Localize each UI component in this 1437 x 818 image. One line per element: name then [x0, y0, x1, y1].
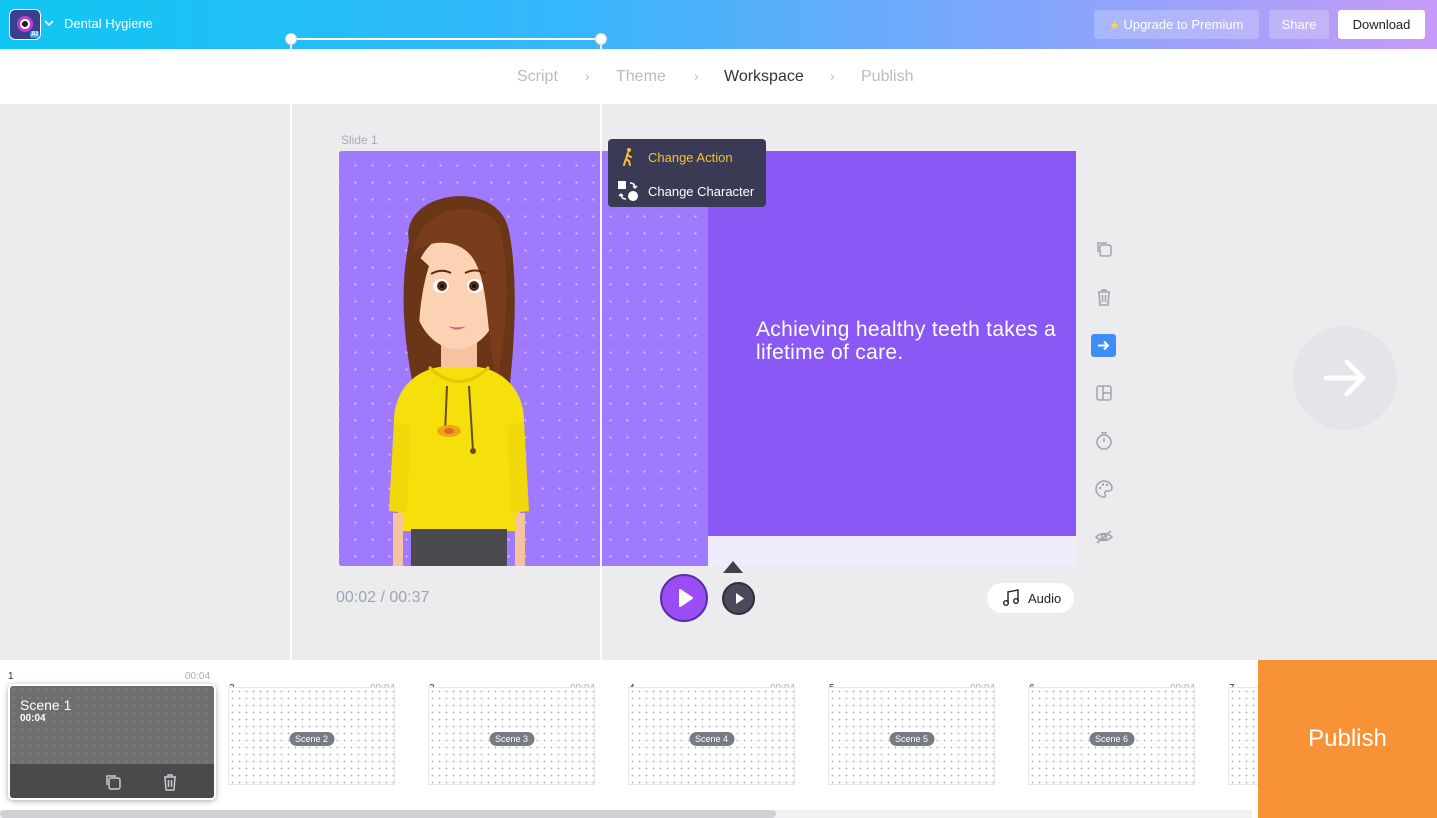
- change-action-label: Change Action: [648, 150, 733, 165]
- play-button[interactable]: [660, 574, 708, 622]
- guide-line-right[interactable]: [600, 39, 602, 660]
- scene-label: Scene 3: [488, 732, 535, 746]
- top-bar: AI Dental Hygiene ★ Upgrade to Premium Sh…: [0, 0, 1437, 49]
- download-button[interactable]: Download: [1338, 10, 1425, 39]
- slide-text[interactable]: Achieving healthy teeth takes a lifetime…: [756, 318, 1056, 364]
- change-action-item[interactable]: Change Action: [608, 141, 766, 171]
- upgrade-label: Upgrade to Premium: [1123, 17, 1244, 32]
- duplicate-icon[interactable]: [1094, 239, 1114, 259]
- swap-character-icon: [618, 181, 638, 201]
- guide-line-top[interactable]: [291, 38, 601, 40]
- upgrade-button[interactable]: ★ Upgrade to Premium: [1094, 10, 1259, 39]
- transition-arrow-icon: [1098, 340, 1110, 351]
- scene-label: Scene 5: [888, 732, 935, 746]
- chevron-right-icon: ›: [694, 68, 699, 84]
- change-character-label: Change Character: [648, 184, 755, 199]
- palette-icon[interactable]: [1094, 479, 1114, 499]
- caret-up-icon: [723, 561, 743, 573]
- chevron-right-icon: ›: [585, 68, 590, 84]
- play-icon: [679, 589, 693, 607]
- scene-card[interactable]: Scene 4: [628, 687, 795, 785]
- character-illustration[interactable]: [369, 181, 559, 566]
- step-publish[interactable]: Publish: [861, 68, 913, 86]
- guide-line-left[interactable]: [290, 39, 292, 660]
- play-icon: [736, 593, 744, 604]
- scene-number: 1: [8, 671, 14, 682]
- app-logo[interactable]: AI: [9, 9, 41, 40]
- scene-label: Scene 6: [1088, 732, 1135, 746]
- canvas-bottom-strip: [708, 536, 1076, 566]
- scene-card[interactable]: Scene 2: [228, 687, 395, 785]
- next-slide-button[interactable]: [1293, 326, 1397, 430]
- active-scene-card[interactable]: Scene 1 00:04: [8, 684, 216, 800]
- trash-icon[interactable]: [1094, 287, 1114, 307]
- scene-card[interactable]: Scene 3: [428, 687, 595, 785]
- scene-card[interactable]: Scene 6: [1028, 687, 1195, 785]
- scene-card[interactable]: [1228, 687, 1258, 785]
- audio-label: Audio: [1028, 591, 1062, 606]
- step-theme[interactable]: Theme: [616, 68, 666, 86]
- walking-person-icon: [623, 148, 632, 166]
- scene-label: Scene 4: [688, 732, 735, 746]
- logo-eye-icon: [17, 16, 33, 32]
- scene-label: Scene 2: [288, 732, 335, 746]
- timecode: 00:02 / 00:37: [336, 589, 430, 606]
- logo-badge: AI: [30, 31, 39, 38]
- duplicate-icon[interactable]: [103, 772, 123, 792]
- active-scene-duration: 00:04: [20, 713, 46, 724]
- star-icon: ★: [1109, 20, 1120, 32]
- play-scene-button[interactable]: [722, 582, 755, 615]
- character-context-menu: Change Action Change Character: [608, 139, 766, 207]
- steps-nav: Script › Theme › Workspace › Publish: [0, 49, 1437, 104]
- active-scene-title: Scene 1: [20, 697, 72, 713]
- chevron-down-icon[interactable]: [44, 18, 54, 28]
- hide-eye-icon[interactable]: [1094, 527, 1114, 547]
- change-character-item[interactable]: Change Character: [608, 175, 766, 205]
- resize-handle-right[interactable]: [595, 33, 607, 45]
- slide-canvas[interactable]: Achieving healthy teeth takes a lifetime…: [339, 151, 1076, 566]
- resize-handle-left[interactable]: [285, 33, 297, 45]
- transition-button[interactable]: [1091, 334, 1116, 357]
- slide-label: Slide 1: [341, 133, 378, 147]
- trash-icon[interactable]: [160, 772, 180, 792]
- document-title[interactable]: Dental Hygiene: [64, 16, 153, 31]
- step-script[interactable]: Script: [517, 68, 558, 86]
- scene-actions-bar: [10, 764, 214, 798]
- music-note-icon: [1003, 589, 1019, 606]
- chevron-right-icon: ›: [830, 68, 835, 84]
- timer-icon[interactable]: [1094, 431, 1114, 451]
- publish-button[interactable]: Publish: [1258, 660, 1437, 818]
- scene-card[interactable]: Scene 5: [828, 687, 995, 785]
- scene-duration: 00:04: [185, 671, 211, 682]
- arrow-right-icon: [1323, 359, 1366, 397]
- layout-icon[interactable]: [1094, 383, 1114, 403]
- timeline-scrollbar-thumb[interactable]: [0, 810, 776, 818]
- share-button[interactable]: Share: [1269, 10, 1329, 39]
- audio-button[interactable]: Audio: [987, 583, 1074, 613]
- step-workspace[interactable]: Workspace: [724, 68, 804, 86]
